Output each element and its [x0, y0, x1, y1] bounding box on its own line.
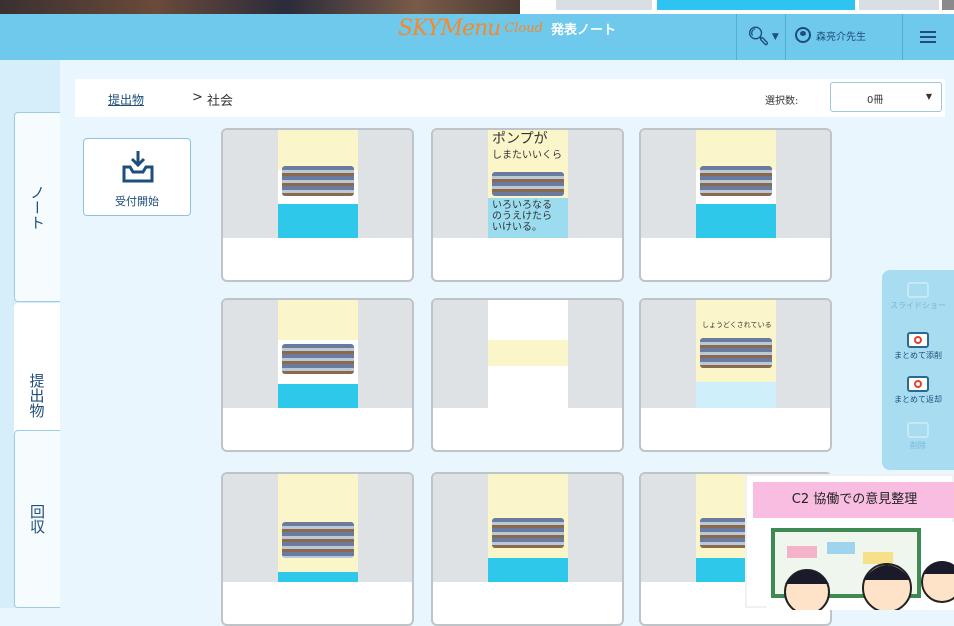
- card-thumbnail: [433, 474, 622, 582]
- submission-card[interactable]: ポンプが しまたいいくら いろいろなる のうえけたら いけいる。: [431, 128, 624, 282]
- classroom-illustration: [767, 522, 954, 615]
- selection-count-label: 選択数:: [765, 96, 799, 107]
- callout-title: C2 協働での意見整理: [753, 482, 954, 518]
- card-thumbnail: [223, 300, 412, 408]
- background-photo-strip: [0, 0, 954, 14]
- card-thumbnail: [223, 474, 412, 582]
- breadcrumb: 提出物 > 社会 選択数: 0冊 ▼: [75, 79, 945, 117]
- submission-card[interactable]: [221, 128, 414, 282]
- grading-pen-icon: [907, 332, 929, 348]
- bulk-action-panel: スライドショー まとめて添削 まとめて返却 削除: [882, 270, 954, 470]
- submission-card[interactable]: [221, 472, 414, 626]
- card-thumbnail: [223, 130, 412, 238]
- hamburger-menu-icon[interactable]: [920, 31, 936, 46]
- bulk-grade-button[interactable]: まとめて添削: [882, 332, 954, 361]
- delete-button[interactable]: 削除: [882, 422, 954, 451]
- submission-card[interactable]: しょうどくされている: [639, 298, 832, 452]
- app-logo: SKYMenu Cloud 発表ノート: [398, 16, 616, 41]
- sidebar: ノート 提出物 回収: [0, 60, 60, 608]
- tab-collect[interactable]: 回収: [14, 430, 60, 608]
- slideshow-icon: [907, 282, 929, 298]
- submission-card[interactable]: [431, 472, 624, 626]
- classroom-illustration-art: [771, 528, 954, 615]
- delete-icon: [907, 422, 929, 438]
- app-title: 発表ノート: [550, 23, 616, 38]
- return-icon: [907, 376, 929, 392]
- search-button[interactable]: 🔍︎ ▼: [747, 26, 779, 47]
- brand-logo: SKYMenu: [398, 16, 501, 41]
- card-thumbnail: しょうどくされている: [641, 300, 830, 408]
- slideshow-button[interactable]: スライドショー: [882, 282, 954, 311]
- brand-sub-logo: Cloud: [504, 21, 543, 36]
- submission-card[interactable]: [221, 298, 414, 452]
- chevron-down-icon: ▼: [771, 32, 779, 42]
- start-receiving-button[interactable]: 受付開始: [83, 138, 191, 216]
- breadcrumb-current: 社会: [207, 94, 234, 109]
- top-bar: SKYMenu Cloud 発表ノート 🔍︎ ▼ 森亮介先生: [0, 14, 954, 60]
- submission-card[interactable]: [431, 298, 624, 452]
- breadcrumb-separator: >: [192, 90, 203, 105]
- start-receiving-label: 受付開始: [115, 195, 159, 208]
- breadcrumb-home-link[interactable]: 提出物: [108, 91, 144, 108]
- card-thumbnail: [433, 300, 622, 408]
- user-avatar-icon: [795, 27, 811, 43]
- selection-count-value: 0冊: [867, 95, 884, 106]
- card-thumbnail: ポンプが しまたいいくら いろいろなる のうえけたら いけいる。: [433, 130, 622, 238]
- bulk-return-button[interactable]: まとめて返却: [882, 376, 954, 405]
- card-caption: しょうどくされている: [702, 321, 772, 329]
- submission-card[interactable]: [639, 128, 832, 282]
- inbox-tray-icon: [122, 151, 154, 183]
- search-icon: 🔍︎: [747, 26, 770, 47]
- chevron-down-icon: ▼: [925, 92, 932, 101]
- user-menu[interactable]: 森亮介先生: [795, 27, 866, 43]
- user-name: 森亮介先生: [816, 31, 866, 43]
- tab-note[interactable]: ノート: [14, 112, 60, 302]
- selection-count-select[interactable]: 0冊 ▼: [830, 82, 942, 112]
- overlay-callout: C2 協働での意見整理: [745, 474, 954, 615]
- card-thumbnail: [641, 130, 830, 238]
